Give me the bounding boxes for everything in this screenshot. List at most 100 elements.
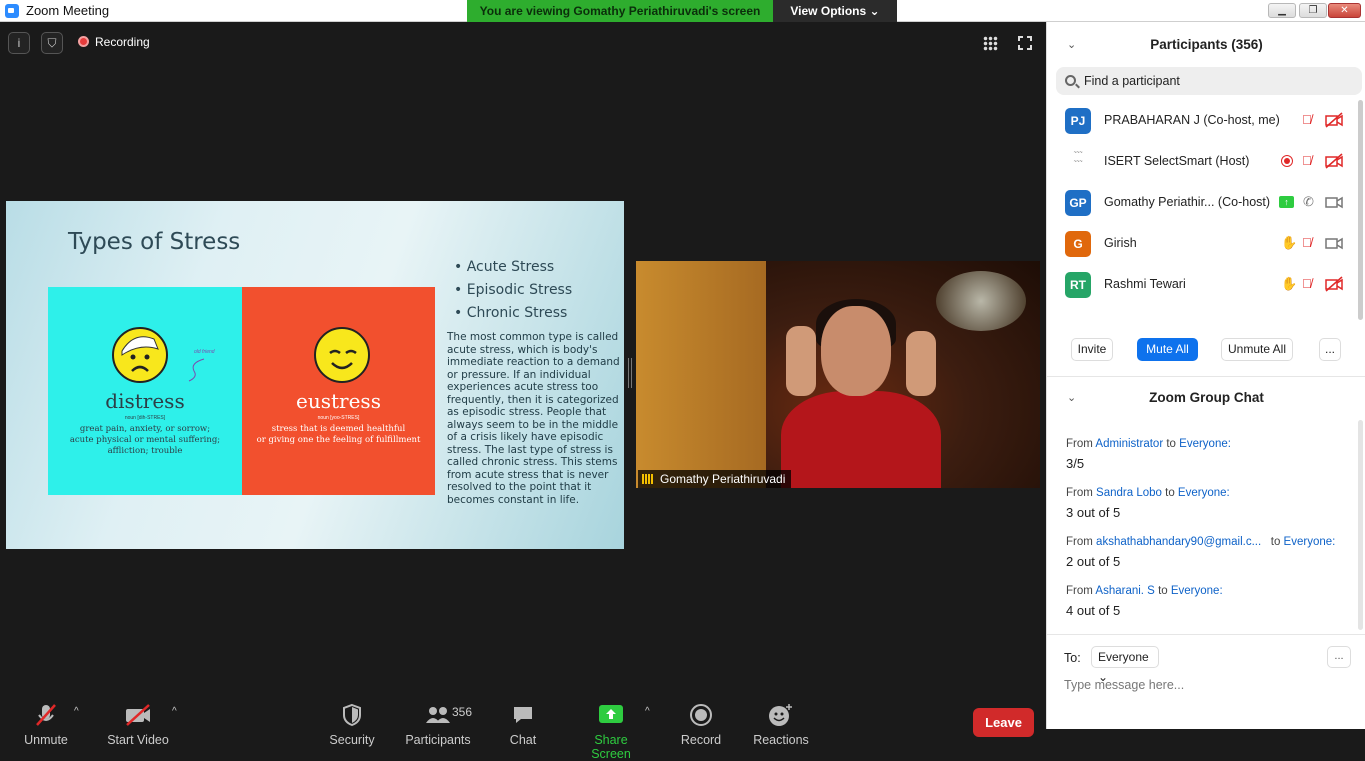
muted-mic-icon[interactable]: 🎙̸	[1302, 153, 1312, 169]
search-icon	[1065, 75, 1076, 86]
invite-button[interactable]: Invite	[1071, 338, 1113, 361]
reactions-label: Reactions	[753, 733, 809, 747]
minimize-icon[interactable]: ▁	[1268, 3, 1296, 18]
share-screen-label: Share Screen	[591, 733, 631, 761]
recording-label: Recording	[95, 35, 150, 49]
close-icon[interactable]: ✕	[1328, 3, 1361, 18]
shared-screen-slide: Types of Stress distress noun [dih-STRES…	[6, 201, 624, 549]
participant-row[interactable]: PJ PRABAHARAN J (Co-host, me) 🎙̸	[1047, 100, 1357, 141]
reactions-button[interactable]: Reactions	[753, 703, 809, 747]
participant-row[interactable]: RT Rashmi Tewari ✋ 🎙̸	[1047, 264, 1357, 305]
participant-row[interactable]: G Girish ✋ 🎙̸	[1047, 223, 1357, 264]
chat-sender: Asharani. S	[1095, 585, 1155, 597]
bullet-item: • Acute Stress	[454, 259, 555, 275]
to-label: To:	[1064, 651, 1081, 665]
video-off-icon[interactable]	[1325, 276, 1343, 292]
participants-count: 356	[452, 705, 473, 719]
fullscreen-icon[interactable]	[1017, 35, 1033, 51]
record-button[interactable]: Record	[680, 703, 722, 747]
security-button[interactable]: Security	[329, 703, 375, 747]
start-video-button[interactable]: Start Video	[104, 703, 172, 747]
chat-recipient: Everyone:	[1170, 585, 1223, 597]
participant-row[interactable]: GP Gomathy Periathir... (Co-host) ↑ ✆	[1047, 182, 1357, 223]
avatar: GP	[1065, 190, 1091, 216]
participant-row[interactable]: ~~~ ~~~ ISERT SelectSmart (Host) 🎙̸	[1047, 141, 1357, 182]
unmute-all-button[interactable]: Unmute All	[1221, 338, 1293, 361]
record-dot-icon	[78, 36, 89, 47]
signal-bars-icon	[642, 474, 654, 484]
muted-mic-icon[interactable]: 🎙̸	[1302, 235, 1312, 251]
participant-name: Rashmi Tewari	[1104, 277, 1186, 291]
video-off-icon[interactable]	[1325, 153, 1343, 169]
avatar: ~~~ ~~~	[1065, 149, 1091, 175]
panel-divider	[1047, 376, 1365, 377]
grid-icon[interactable]	[983, 36, 998, 51]
chat-scrollbar[interactable]	[1358, 420, 1363, 630]
participants-scrollbar[interactable]	[1358, 100, 1363, 320]
video-icon[interactable]	[1325, 235, 1343, 251]
share-screen-button[interactable]: Share Screen	[574, 703, 648, 761]
participant-name: PRABAHARAN J (Co-host, me)	[1104, 113, 1280, 127]
participants-title: Participants (356)	[1150, 37, 1263, 52]
distress-word: distress	[105, 389, 185, 413]
security-label: Security	[329, 733, 375, 747]
mute-all-button[interactable]: Mute All	[1137, 338, 1198, 361]
view-options-button[interactable]: View Options ⌄	[773, 0, 897, 22]
recording-dot-icon	[1281, 155, 1293, 167]
participants-button[interactable]: 356 Participants	[404, 703, 472, 747]
chat-message: From Sandra Lobo to Everyone: 3 out of 5	[1066, 487, 1356, 520]
chat-message: From akshathabhandary90@gmail.c... to Ev…	[1066, 536, 1356, 569]
muted-mic-icon[interactable]: 🎙̸	[1302, 112, 1312, 128]
share-options-caret-icon[interactable]: ^	[645, 706, 650, 717]
video-options-caret-icon[interactable]: ^	[172, 706, 177, 717]
video-name-label: Gomathy Periathiruvadi	[638, 470, 792, 488]
chat-recipient: Everyone:	[1283, 536, 1336, 548]
eustress-pronunciation: noun [yoo-STRES]	[317, 415, 360, 421]
video-lamp	[936, 271, 1026, 331]
video-background	[636, 261, 766, 488]
video-person-head	[821, 306, 891, 396]
muted-mic-icon[interactable]: 🎙̸	[1302, 276, 1312, 292]
bullet-item: • Chronic Stress	[454, 305, 568, 321]
window-title: Zoom Meeting	[26, 3, 110, 18]
raised-hand-icon: ✋	[1281, 235, 1298, 250]
distress-note: old friend	[194, 349, 215, 355]
video-icon[interactable]	[1325, 194, 1343, 210]
chat-sender: Administrator	[1095, 438, 1164, 450]
resize-handle[interactable]	[628, 358, 632, 388]
squiggle-arrow-icon	[188, 358, 205, 382]
participant-search-input[interactable]: Find a participant	[1056, 67, 1362, 95]
phone-icon: ✆	[1303, 194, 1314, 209]
recording-indicator[interactable]: Recording	[78, 35, 150, 49]
speaker-video[interactable]: Gomathy Periathiruvadi	[636, 261, 1040, 488]
video-person-hand	[786, 326, 816, 396]
recipient-dropdown[interactable]: Everyone ⌄	[1091, 646, 1159, 684]
video-person-body	[781, 391, 941, 488]
more-options-button[interactable]: ...	[1319, 338, 1341, 361]
shield-icon[interactable]: ⛉	[41, 32, 63, 54]
audio-options-caret-icon[interactable]: ^	[74, 706, 79, 717]
panel-divider	[1047, 634, 1365, 635]
reaction-smiley-icon	[753, 703, 809, 727]
maximize-icon[interactable]: ❐	[1299, 3, 1327, 18]
avatar: RT	[1065, 272, 1091, 298]
bullet-item: • Episodic Stress	[454, 282, 573, 298]
chat-sender: Sandra Lobo	[1096, 487, 1162, 499]
eustress-definition-1: stress that is deemed healthful	[271, 424, 406, 434]
meeting-area: i ⛉ Recording Types of Stress distress n…	[0, 22, 1046, 761]
participant-name: Girish	[1104, 236, 1137, 250]
stress-bullet-list: • Acute Stress • Episodic Stress • Chron…	[454, 256, 572, 325]
participant-name: Gomathy Periathir... (Co-host)	[1104, 195, 1271, 209]
video-off-icon[interactable]	[1325, 112, 1343, 128]
info-icon[interactable]: i	[8, 32, 30, 54]
chat-message-input[interactable]: Type message here...	[1064, 678, 1184, 692]
leave-button[interactable]: Leave	[973, 708, 1034, 737]
chat-button[interactable]: Chat	[505, 703, 541, 747]
chat-text: 4 out of 5	[1066, 603, 1121, 618]
chat-title: Zoom Group Chat	[1149, 390, 1264, 405]
distress-definition-2: acute physical or mental suffering;	[69, 435, 221, 445]
unmute-button[interactable]: Unmute	[22, 703, 70, 747]
title-bar: Zoom Meeting You are viewing Gomathy Per…	[0, 0, 1365, 22]
chat-message: From Asharani. S to Everyone: 4 out of 5	[1066, 585, 1356, 618]
chat-more-button[interactable]: ...	[1327, 646, 1351, 668]
